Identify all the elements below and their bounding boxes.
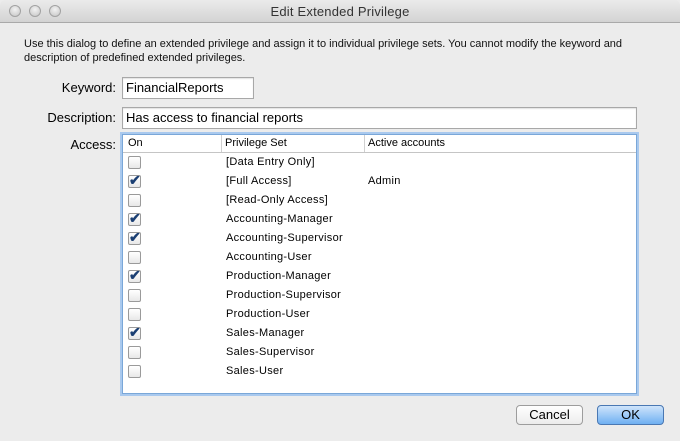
ok-button[interactable]: OK — [597, 405, 664, 425]
table-row[interactable]: [Data Entry Only] — [123, 153, 636, 172]
on-checkbox[interactable] — [128, 156, 141, 169]
table-row[interactable]: Sales-Supervisor — [123, 343, 636, 362]
table-row[interactable]: [Read-Only Access] — [123, 191, 636, 210]
privilege-set-name: [Full Access] — [226, 175, 292, 187]
on-checkbox[interactable] — [128, 308, 141, 321]
access-label: Access: — [70, 137, 116, 152]
on-checkbox[interactable]: ✔ — [128, 172, 141, 188]
keyword-field[interactable]: FinancialReports — [122, 77, 254, 99]
on-checkbox[interactable] — [128, 251, 141, 264]
privilege-set-name: Production-User — [226, 308, 310, 320]
intro-text: Use this dialog to define an extended pr… — [24, 38, 623, 64]
column-divider[interactable] — [221, 135, 222, 152]
privilege-set-name: Production-Manager — [226, 270, 332, 282]
cancel-button[interactable]: Cancel — [516, 405, 583, 425]
privilege-set-name: Sales-User — [226, 365, 284, 377]
table-row[interactable]: ✔ Sales-Manager — [123, 324, 636, 343]
on-checkbox[interactable]: ✔ — [128, 324, 141, 340]
table-row[interactable]: ✔ Accounting-Manager — [123, 210, 636, 229]
access-list[interactable]: On Privilege Set Active accounts [Data E… — [122, 134, 637, 394]
checkmark-icon: ✔ — [129, 172, 141, 188]
column-header-on[interactable]: On — [128, 137, 143, 149]
column-divider[interactable] — [364, 135, 365, 152]
on-checkbox[interactable] — [128, 346, 141, 359]
checkmark-icon: ✔ — [129, 210, 141, 226]
privilege-set-name: Accounting-User — [226, 251, 312, 263]
column-header-privilege-set[interactable]: Privilege Set — [225, 137, 287, 149]
table-row[interactable]: ✔ Production-Manager — [123, 267, 636, 286]
table-row[interactable]: ✔ Accounting-Supervisor — [123, 229, 636, 248]
window-title: Edit Extended Privilege — [270, 4, 410, 19]
on-checkbox[interactable]: ✔ — [128, 210, 141, 226]
privilege-set-name: Sales-Supervisor — [226, 346, 315, 358]
on-checkbox[interactable] — [128, 289, 141, 302]
keyword-label: Keyword: — [61, 80, 116, 95]
on-checkbox[interactable]: ✔ — [128, 267, 141, 283]
privilege-set-name: [Read-Only Access] — [226, 194, 328, 206]
table-row[interactable]: Accounting-User — [123, 248, 636, 267]
checkmark-icon: ✔ — [129, 229, 141, 245]
table-row[interactable]: Sales-User — [123, 362, 636, 381]
table-row[interactable]: Production-User — [123, 305, 636, 324]
dialog-window: Edit Extended Privilege Use this dialog … — [0, 0, 680, 441]
access-list-header: On Privilege Set Active accounts — [123, 135, 636, 153]
privilege-set-name: Accounting-Supervisor — [226, 232, 343, 244]
column-header-active-accounts[interactable]: Active accounts — [368, 137, 445, 149]
description-label: Description: — [47, 110, 116, 125]
checkmark-icon: ✔ — [129, 267, 141, 283]
on-checkbox[interactable]: ✔ — [128, 229, 141, 245]
description-field[interactable]: Has access to financial reports — [122, 107, 637, 129]
privilege-set-name: [Data Entry Only] — [226, 156, 315, 168]
privilege-set-name: Production-Supervisor — [226, 289, 342, 301]
title-bar[interactable]: Edit Extended Privilege — [0, 0, 680, 23]
table-row[interactable]: ✔ [Full Access] Admin — [123, 172, 636, 191]
checkmark-icon: ✔ — [129, 324, 141, 340]
privilege-set-name: Accounting-Manager — [226, 213, 333, 225]
active-accounts-value: Admin — [368, 175, 401, 187]
table-row[interactable]: Production-Supervisor — [123, 286, 636, 305]
on-checkbox[interactable] — [128, 194, 141, 207]
privilege-set-name: Sales-Manager — [226, 327, 305, 339]
on-checkbox[interactable] — [128, 365, 141, 378]
